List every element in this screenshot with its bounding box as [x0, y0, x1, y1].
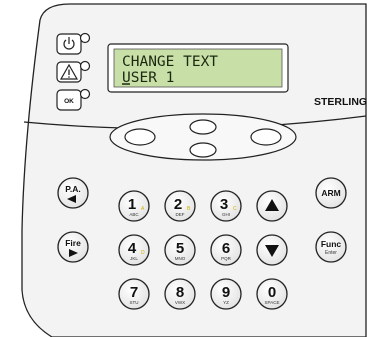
- key-4[interactable]: 4 D JKL: [118, 234, 150, 266]
- key-7-sub: STU: [130, 300, 139, 305]
- key-6[interactable]: 6 PQR: [210, 234, 242, 266]
- ok-led: [79, 88, 91, 100]
- key-2-digit: 2: [174, 196, 182, 213]
- key-8-digit: 8: [176, 284, 184, 301]
- func-label: Func: [321, 239, 342, 249]
- key-2[interactable]: 2 B DEF: [164, 190, 196, 222]
- func-sub-label: Enter: [325, 250, 337, 256]
- key-8[interactable]: 8 VWX: [164, 278, 196, 310]
- key-5-digit: 5: [176, 240, 184, 257]
- power-led: [79, 32, 91, 44]
- lcd-line-1: CHANGE TEXT: [122, 54, 218, 70]
- key-6-sub: PQR: [221, 256, 232, 261]
- brand-logo: STERLING: [314, 96, 367, 108]
- key-9-digit: 9: [222, 284, 230, 301]
- key-1-sub: ABC: [129, 212, 139, 217]
- key-4-sub: JKL: [130, 256, 138, 261]
- func-button[interactable]: Func Enter: [315, 231, 347, 263]
- arm-button[interactable]: ARM: [315, 177, 347, 209]
- key-3-digit: 3: [220, 196, 228, 213]
- nav-right-button[interactable]: [250, 128, 282, 146]
- fire-button[interactable]: Fire: [57, 231, 89, 263]
- key-7[interactable]: 7 STU: [118, 278, 150, 310]
- ok-icon: OK: [64, 98, 74, 105]
- key-6-digit: 6: [222, 240, 230, 257]
- down-arrow-button[interactable]: [256, 234, 288, 266]
- alert-led: [79, 60, 91, 72]
- key-1[interactable]: 1 A ABC: [118, 190, 150, 222]
- key-7-digit: 7: [130, 284, 138, 301]
- pa-button[interactable]: P.A.: [57, 177, 89, 209]
- key-1-digit: 1: [128, 196, 136, 213]
- key-5-sub: MNO: [175, 256, 186, 261]
- nav-pad: [109, 113, 297, 161]
- key-4-letter: D: [141, 250, 145, 256]
- keypad-panel: OK CHANGE TEXT USER 1 STERLING P.A. Fire…: [21, 3, 367, 337]
- key-0[interactable]: 0 SPACE: [256, 278, 288, 310]
- key-2-sub: DEF: [176, 212, 185, 217]
- key-9[interactable]: 9 YZ: [210, 278, 242, 310]
- key-3-letter: C: [233, 206, 237, 212]
- nav-up-button[interactable]: [189, 119, 217, 135]
- key-0-digit: 0: [268, 284, 276, 301]
- key-3[interactable]: 3 C GHI: [210, 190, 242, 222]
- nav-left-button[interactable]: [124, 128, 156, 146]
- nav-down-button[interactable]: [189, 142, 217, 158]
- pa-label: P.A.: [65, 184, 80, 194]
- key-5[interactable]: 5 MNO: [164, 234, 196, 266]
- key-4-digit: 4: [128, 240, 137, 257]
- key-9-sub: YZ: [223, 300, 229, 305]
- key-3-sub: GHI: [222, 212, 230, 217]
- key-0-sub: SPACE: [265, 300, 280, 305]
- fire-label: Fire: [65, 238, 81, 248]
- arm-label: ARM: [321, 188, 340, 198]
- up-arrow-button[interactable]: [256, 190, 288, 222]
- key-8-sub: VWX: [175, 300, 185, 305]
